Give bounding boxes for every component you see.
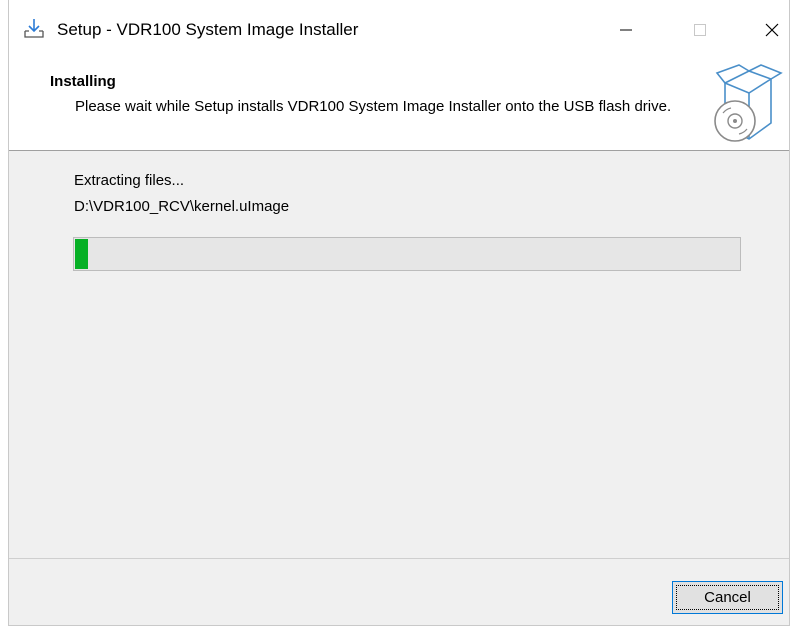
window-title: Setup - VDR100 System Image Installer: [57, 20, 359, 39]
status-text: Extracting files...: [74, 172, 185, 189]
installer-download-icon: [24, 19, 44, 38]
maximize-button: [677, 10, 723, 50]
maximize-icon: [694, 24, 706, 36]
cancel-button[interactable]: Cancel: [672, 581, 783, 614]
page-title: Installing: [50, 73, 116, 90]
wizard-footer: Cancel: [9, 558, 789, 625]
wizard-header: Installing Please wait while Setup insta…: [9, 63, 789, 151]
page-description: Please wait while Setup installs VDR100 …: [75, 98, 672, 115]
close-button[interactable]: [749, 10, 789, 50]
minimize-button[interactable]: [603, 10, 649, 50]
close-icon: [765, 23, 779, 37]
progress-bar-fill: [75, 239, 88, 269]
cancel-button-label: Cancel: [704, 589, 751, 606]
current-file-path: D:\VDR100_RCV\kernel.uImage: [74, 198, 290, 215]
install-progress-bar: [73, 237, 741, 271]
box-disc-icon: [714, 64, 783, 142]
title-bar[interactable]: Setup - VDR100 System Image Installer: [9, 0, 789, 63]
setup-window: Setup - VDR100 System Image Installer In…: [8, 0, 790, 626]
minimize-icon: [620, 29, 632, 31]
